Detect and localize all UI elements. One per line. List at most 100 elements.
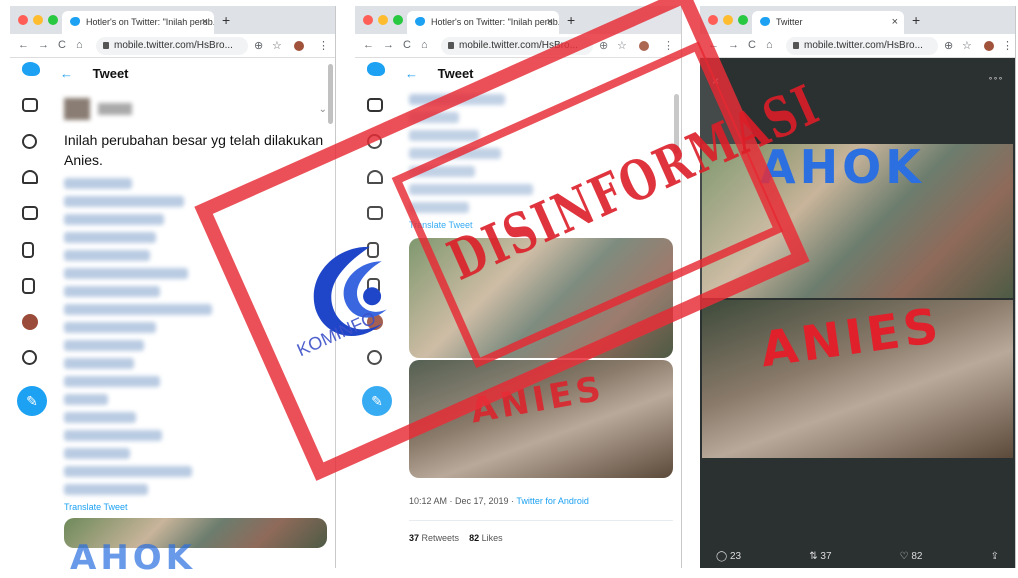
tab-title: Twitter [776, 17, 803, 27]
twitter-logo-icon[interactable] [22, 62, 42, 82]
feather-icon: ✎ [17, 386, 47, 416]
tweet-source[interactable]: Twitter for Android [516, 496, 589, 506]
mention-link[interactable] [64, 232, 156, 243]
tweet-timestamp[interactable]: 10:12 AM · Dec 17, 2019 [409, 496, 509, 506]
reload-icon[interactable]: C [403, 39, 411, 51]
tab-close-icon[interactable]: × [547, 16, 553, 28]
messages-envelope-icon[interactable] [22, 206, 42, 226]
header-back-icon[interactable]: ← [405, 66, 418, 81]
reload-icon[interactable]: C [748, 39, 756, 51]
page-header: ← Tweet [60, 66, 129, 81]
reload-icon[interactable]: C [58, 39, 66, 51]
minimize-window-button[interactable] [33, 15, 43, 25]
heart-icon: ♡ [899, 551, 909, 562]
scrollbar-thumb[interactable] [328, 64, 333, 124]
window-controls [363, 15, 403, 25]
profile-avatar-icon[interactable] [984, 41, 994, 51]
close-window-button[interactable] [18, 15, 28, 25]
window-controls [18, 15, 58, 25]
chevron-down-icon[interactable]: ⌄ [319, 104, 327, 115]
browser-tab[interactable]: Hotler's on Twitter: "Inilah perub... × [62, 11, 214, 34]
browser-tab[interactable]: Hotler's on Twitter: "Inilah perub... × [407, 11, 559, 34]
mention-link[interactable] [64, 322, 156, 333]
tab-close-icon[interactable]: × [202, 16, 208, 28]
likes-count[interactable]: 82 [469, 533, 479, 543]
maximize-window-button[interactable] [48, 15, 58, 25]
forward-nav-icon[interactable]: → [728, 39, 739, 51]
mention-link[interactable] [64, 358, 134, 369]
add-icon[interactable]: ⊕ [944, 39, 953, 52]
profile-avatar-icon[interactable] [294, 41, 304, 51]
retweets-count[interactable]: 37 [409, 533, 419, 543]
retweet-count: 37 [820, 551, 832, 562]
viewer-toolbar: × ∘∘∘ [712, 74, 1003, 88]
home-icon[interactable]: ⌂ [76, 39, 83, 51]
home-icon[interactable]: ⌂ [766, 39, 773, 51]
retweets-label[interactable]: Retweets [422, 533, 460, 543]
mention-link[interactable] [64, 286, 160, 297]
mention-link[interactable] [64, 394, 108, 405]
mention-link[interactable] [64, 178, 132, 189]
mention-link[interactable] [64, 466, 192, 477]
tab-close-icon[interactable]: × [892, 16, 898, 28]
close-window-button[interactable] [708, 15, 718, 25]
home-icon[interactable]: ⌂ [421, 39, 428, 51]
mention-link[interactable] [64, 484, 148, 495]
author-name[interactable] [98, 103, 132, 115]
header-back-icon[interactable]: ← [60, 66, 73, 81]
mention-link[interactable] [64, 376, 160, 387]
maximize-window-button[interactable] [393, 15, 403, 25]
author-avatar[interactable] [64, 98, 90, 120]
mention-link[interactable] [64, 430, 162, 441]
likes-label[interactable]: Likes [482, 533, 503, 543]
mention-link[interactable] [64, 448, 130, 459]
mention-link[interactable] [64, 304, 212, 315]
mention-link[interactable] [64, 196, 184, 207]
browser-menu-icon[interactable]: ⋮ [318, 39, 329, 52]
twitter-bird-icon [760, 17, 770, 26]
share-icon[interactable]: ⇪ [991, 551, 999, 562]
close-window-button[interactable] [363, 15, 373, 25]
new-tab-button[interactable]: + [912, 12, 920, 28]
maximize-window-button[interactable] [738, 15, 748, 25]
home-nav-icon[interactable] [22, 98, 42, 118]
tweet-stats: 37 Retweets 82 Likes [409, 520, 673, 543]
translate-tweet-link[interactable]: Translate Tweet [64, 502, 327, 512]
more-options-icon[interactable] [22, 350, 42, 370]
mention-link[interactable] [64, 268, 188, 279]
forward-nav-icon[interactable]: → [38, 39, 49, 51]
profile-avatar[interactable] [22, 314, 42, 334]
retweet-action[interactable]: ⇅ 37 [809, 551, 831, 562]
mention-link[interactable] [64, 412, 136, 423]
minimize-window-button[interactable] [378, 15, 388, 25]
more-options-icon[interactable]: ∘∘∘ [988, 74, 1003, 83]
url-input[interactable]: mobile.twitter.com/HsBro... [96, 37, 248, 55]
mention-link[interactable] [64, 214, 164, 225]
add-icon[interactable]: ⊕ [254, 39, 263, 52]
mention-link[interactable] [64, 340, 144, 351]
bookmark-star-icon[interactable]: ☆ [962, 39, 972, 52]
minimize-window-button[interactable] [723, 15, 733, 25]
bookmark-star-icon[interactable]: ☆ [272, 39, 282, 52]
twitter-logo-icon[interactable] [367, 62, 387, 82]
forward-nav-icon[interactable]: → [383, 39, 394, 51]
browser-menu-icon[interactable]: ⋮ [1002, 39, 1013, 52]
browser-tab[interactable]: Twitter × [752, 11, 904, 34]
home-nav-icon[interactable] [367, 98, 387, 118]
url-input[interactable]: mobile.twitter.com/HsBro... [786, 37, 938, 55]
reply-action[interactable]: ◯ 23 [716, 551, 741, 562]
url-text: mobile.twitter.com/HsBro... [804, 40, 923, 51]
address-bar-row: ← → C ⌂ mobile.twitter.com/HsBro... ⊕ ☆ … [10, 34, 335, 58]
back-nav-icon[interactable]: ← [18, 39, 29, 51]
explore-search-icon[interactable] [22, 134, 42, 154]
notifications-bell-icon[interactable] [22, 170, 42, 190]
mention-link[interactable] [64, 250, 150, 261]
lists-icon[interactable] [22, 278, 42, 298]
bookmarks-icon[interactable] [22, 242, 42, 262]
compose-tweet-button[interactable]: ✎ [10, 386, 54, 416]
new-tab-button[interactable]: + [567, 12, 575, 28]
new-tab-button[interactable]: + [222, 12, 230, 28]
back-nav-icon[interactable]: ← [363, 39, 374, 51]
like-action[interactable]: ♡ 82 [900, 551, 923, 562]
like-count: 82 [911, 551, 923, 562]
